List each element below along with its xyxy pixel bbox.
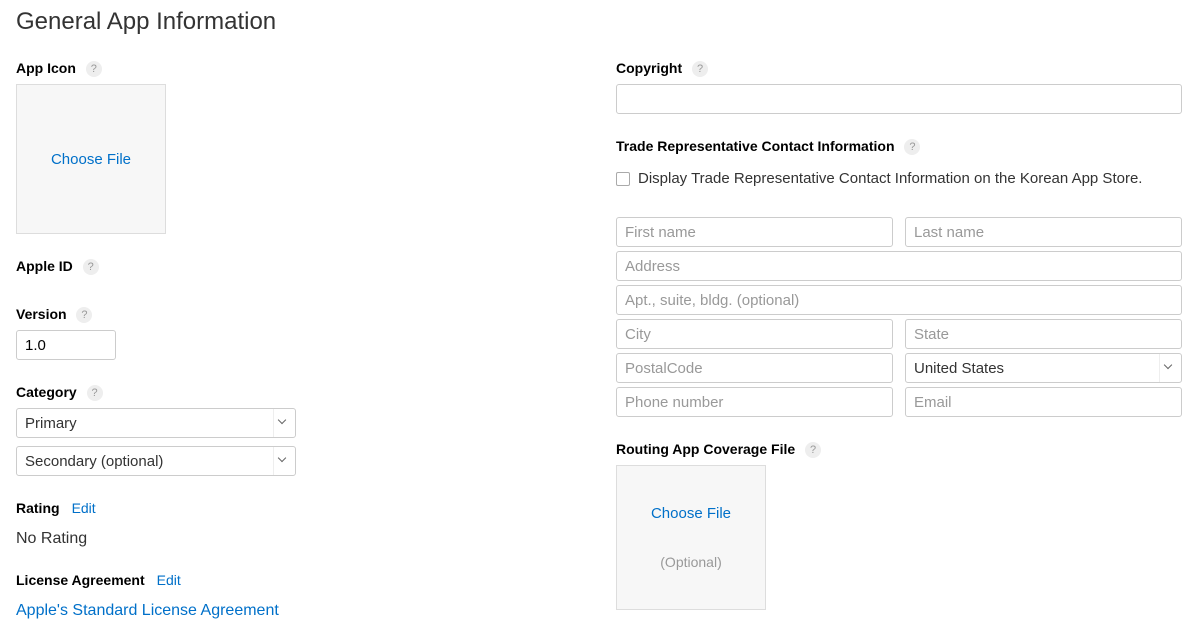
- country-select[interactable]: United States: [905, 353, 1182, 383]
- left-column: App Icon ? Choose File Apple ID ? Versio…: [16, 60, 556, 644]
- help-icon[interactable]: ?: [692, 61, 708, 77]
- routing-file-dropzone[interactable]: Choose File (Optional): [616, 465, 766, 610]
- routing-label: Routing App Coverage File: [616, 441, 795, 457]
- help-icon[interactable]: ?: [87, 385, 103, 401]
- apple-id-label: Apple ID: [16, 258, 73, 274]
- license-label: License Agreement: [16, 572, 145, 588]
- korean-store-checkbox[interactable]: [616, 172, 630, 186]
- form-columns: App Icon ? Choose File Apple ID ? Versio…: [16, 60, 1182, 644]
- chevron-down-icon: [273, 409, 291, 437]
- version-group: Version ?: [16, 306, 556, 360]
- apple-id-group: Apple ID ?: [16, 258, 556, 282]
- last-name-input[interactable]: [905, 217, 1182, 247]
- version-label: Version: [16, 306, 67, 322]
- chevron-down-icon: [1159, 354, 1177, 382]
- right-column: Copyright ? Trade Representative Contact…: [616, 60, 1182, 644]
- primary-category-select[interactable]: Primary: [16, 408, 296, 438]
- app-icon-label: App Icon: [16, 60, 76, 76]
- address-input[interactable]: [616, 251, 1182, 281]
- trade-rep-label: Trade Representative Contact Information: [616, 138, 895, 154]
- korean-store-checkbox-label: Display Trade Representative Contact Inf…: [638, 170, 1142, 187]
- copyright-label: Copyright: [616, 60, 682, 76]
- license-group: License Agreement Edit Apple's Standard …: [16, 572, 556, 620]
- help-icon[interactable]: ?: [904, 139, 920, 155]
- state-input[interactable]: [905, 319, 1182, 349]
- help-icon[interactable]: ?: [805, 442, 821, 458]
- optional-label: (Optional): [660, 554, 721, 570]
- help-icon[interactable]: ?: [83, 259, 99, 275]
- primary-category-value: Primary: [25, 415, 77, 432]
- trade-rep-group: Trade Representative Contact Information…: [616, 138, 1182, 417]
- rating-label: Rating: [16, 500, 60, 516]
- app-icon-dropzone[interactable]: Choose File: [16, 84, 166, 234]
- first-name-input[interactable]: [616, 217, 893, 247]
- rating-value: No Rating: [16, 530, 556, 548]
- version-input[interactable]: [16, 330, 116, 360]
- chevron-down-icon: [273, 447, 291, 475]
- category-label: Category: [16, 384, 77, 400]
- phone-input[interactable]: [616, 387, 893, 417]
- help-icon[interactable]: ?: [86, 61, 102, 77]
- choose-file-link: Choose File: [651, 505, 731, 522]
- help-icon[interactable]: ?: [76, 307, 92, 323]
- copyright-group: Copyright ?: [616, 60, 1182, 114]
- email-input[interactable]: [905, 387, 1182, 417]
- trade-rep-inputs: United States: [616, 217, 1182, 417]
- apt-input[interactable]: [616, 285, 1182, 315]
- category-group: Category ? Primary Secondary (optional): [16, 384, 556, 476]
- app-icon-group: App Icon ? Choose File: [16, 60, 556, 234]
- postal-code-input[interactable]: [616, 353, 893, 383]
- page-title: General App Information: [16, 0, 1182, 60]
- rating-edit-link[interactable]: Edit: [72, 500, 96, 516]
- license-value-link[interactable]: Apple's Standard License Agreement: [16, 602, 556, 620]
- routing-group: Routing App Coverage File ? Choose File …: [616, 441, 1182, 610]
- copyright-input[interactable]: [616, 84, 1182, 114]
- secondary-category-value: Secondary (optional): [25, 453, 163, 470]
- license-edit-link[interactable]: Edit: [157, 572, 181, 588]
- choose-file-link: Choose File: [51, 151, 131, 168]
- country-value: United States: [914, 360, 1004, 377]
- city-input[interactable]: [616, 319, 893, 349]
- rating-group: Rating Edit No Rating: [16, 500, 556, 548]
- secondary-category-select[interactable]: Secondary (optional): [16, 446, 296, 476]
